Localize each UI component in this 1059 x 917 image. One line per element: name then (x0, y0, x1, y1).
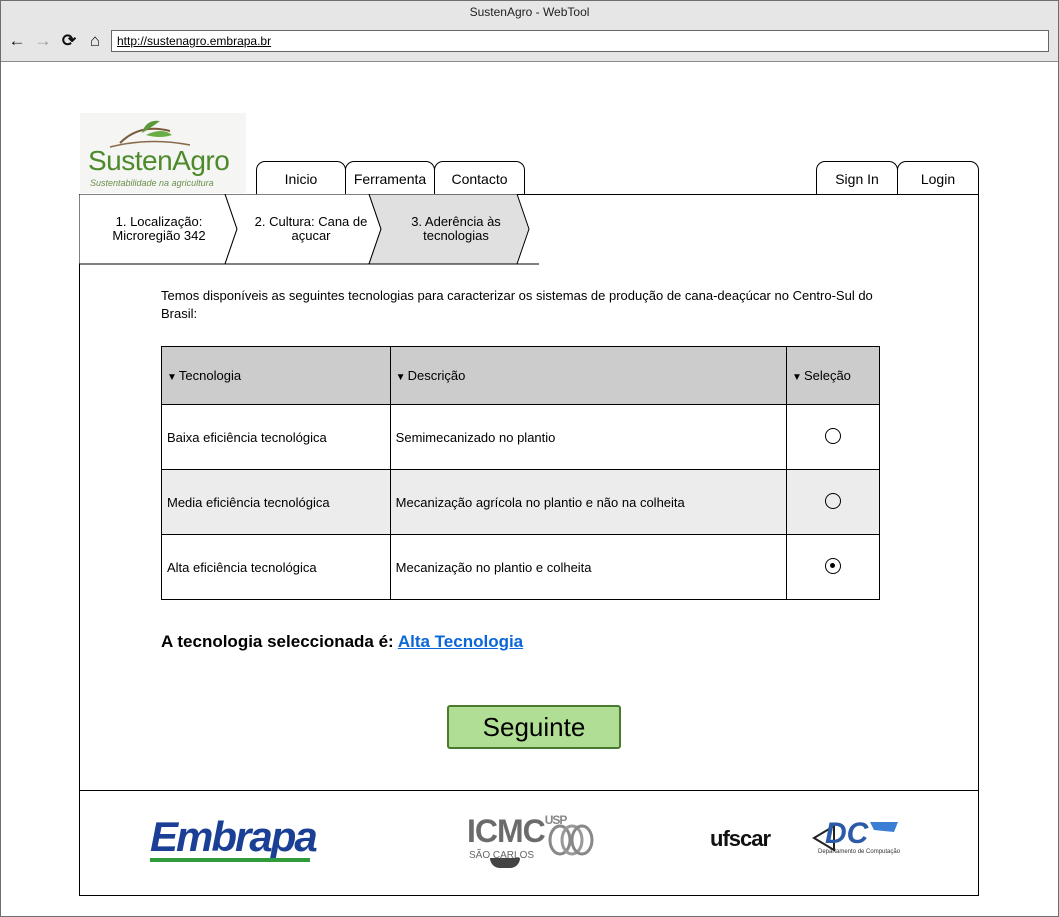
table-row: Baixa eficiência tecnológica Semimecaniz… (161, 404, 880, 470)
selected-technology-link[interactable]: Alta Tecnologia (398, 632, 523, 651)
browser-title-bar: SustenAgro - WebTool ← → ⟳ ⌂ http://sust… (1, 1, 1058, 62)
cell-tecnologia: Alta eficiência tecnológica (161, 534, 391, 600)
header-descricao[interactable]: ▼ Descrição (389, 346, 788, 405)
radio-baixa[interactable] (825, 427, 842, 444)
step-2-line1: 2. Cultura: Cana de (254, 214, 368, 229)
dc-subtitle: Departamento de Computação (818, 849, 901, 855)
dc-logo: DC (825, 817, 869, 850)
step-1-label: 1. Localização: Microregião 342 (95, 215, 223, 243)
tab-ferramenta[interactable]: Ferramenta (345, 161, 435, 194)
cell-selecao (786, 534, 880, 600)
table-header-row: ▼ Tecnologia ▼ Descrição ▼ Seleção (161, 346, 880, 405)
cell-tecnologia: Media eficiência tecnológica (161, 469, 391, 535)
radio-media[interactable] (825, 492, 842, 509)
sustenagro-logo: SustenAgro Sustentabilidade na agricultu… (80, 113, 246, 193)
logo-name: SustenAgro (88, 145, 230, 176)
header-tecnologia[interactable]: ▼ Tecnologia (161, 346, 391, 405)
cell-descricao: Mecanização no plantio e colheita (389, 534, 788, 600)
step-2-label: 2. Cultura: Cana de açucar (242, 215, 380, 243)
step-3-line1: 3. Aderência às (411, 214, 501, 229)
header-tecnologia-label: Tecnologia (178, 368, 242, 383)
intro-text: Temos disponíveis as seguintes tecnologi… (161, 288, 873, 321)
icmc-logo-text: ICMC (467, 813, 546, 849)
embrapa-logo: Embrapa (150, 813, 318, 860)
selected-technology-label: A tecnologia seleccionada é: (161, 632, 394, 651)
sort-down-icon: ▼ (395, 372, 406, 383)
step-3-line2: tecnologias (423, 228, 489, 243)
header-descricao-label: Descrição (407, 368, 466, 383)
ufscar-logo: ufscar (710, 826, 771, 851)
radio-alta[interactable] (825, 557, 842, 574)
window-title: SustenAgro - WebTool (469, 5, 590, 19)
header-selecao-label: Seleção (803, 368, 851, 383)
tab-inicio[interactable]: Inicio (256, 161, 346, 194)
reload-icon[interactable]: ⟳ (59, 31, 79, 51)
step-1-line2: Microregião 342 (112, 228, 206, 243)
forward-arrow-icon[interactable]: → (33, 31, 53, 51)
tab-contacto[interactable]: Contacto (434, 161, 525, 194)
step-2-line2: açucar (291, 228, 331, 243)
address-bar[interactable]: http://sustenagro.embrapa.br (111, 30, 1049, 52)
cell-tecnologia: Baixa eficiência tecnológica (161, 404, 391, 470)
cell-selecao (786, 469, 880, 535)
next-button[interactable]: Seguinte (447, 705, 621, 749)
logo-tagline: Sustentabilidade na agricultura (90, 178, 214, 188)
sort-down-icon: ▼ (167, 372, 177, 383)
home-icon[interactable]: ⌂ (85, 31, 105, 51)
sort-down-icon: ▼ (792, 372, 802, 383)
tab-login[interactable]: Login (897, 161, 979, 194)
cell-descricao: Mecanização agrícola no plantio e não na… (389, 469, 788, 535)
usp-knot-icon (548, 824, 594, 856)
selected-technology: A tecnologia seleccionada é: Alta Tecnol… (161, 632, 523, 652)
header-selecao[interactable]: ▼ Seleção (786, 346, 880, 405)
technology-table: ▼ Tecnologia ▼ Descrição ▼ Seleção Baixa ef… (161, 346, 880, 600)
embrapa-logo-bar (150, 858, 310, 862)
footer-divider (80, 790, 978, 791)
table-row: Media eficiência tecnológica Mecanização… (161, 469, 880, 535)
back-arrow-icon[interactable]: ← (7, 31, 27, 51)
table-row: Alta eficiência tecnológica Mecanização … (161, 534, 880, 600)
cell-descricao: Semimecanizado no plantio (389, 404, 788, 470)
step-3-label: 3. Aderência às tecnologias (388, 215, 524, 243)
step-1-line1: 1. Localização: (115, 214, 203, 229)
cell-selecao (786, 404, 880, 470)
tab-sign-in[interactable]: Sign In (816, 161, 898, 194)
